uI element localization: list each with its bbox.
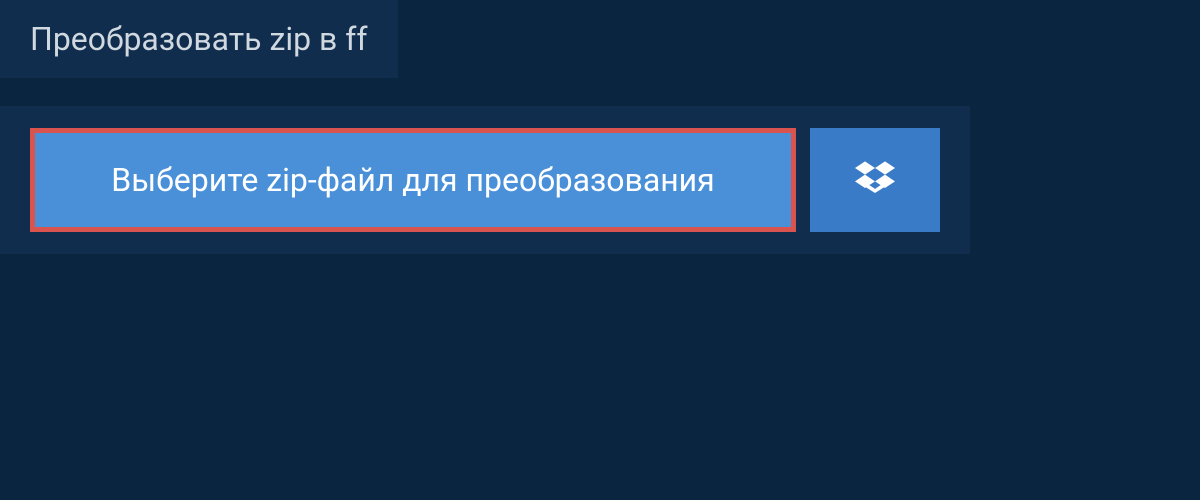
dropbox-icon xyxy=(855,158,895,202)
dropbox-button[interactable] xyxy=(810,128,940,232)
page-title: Преобразовать zip в ff xyxy=(30,20,368,58)
upload-section: Выберите zip-файл для преобразования xyxy=(0,106,970,254)
select-file-label: Выберите zip-файл для преобразования xyxy=(111,161,714,199)
select-file-button[interactable]: Выберите zip-файл для преобразования xyxy=(30,128,796,232)
page-title-tab: Преобразовать zip в ff xyxy=(0,0,398,78)
